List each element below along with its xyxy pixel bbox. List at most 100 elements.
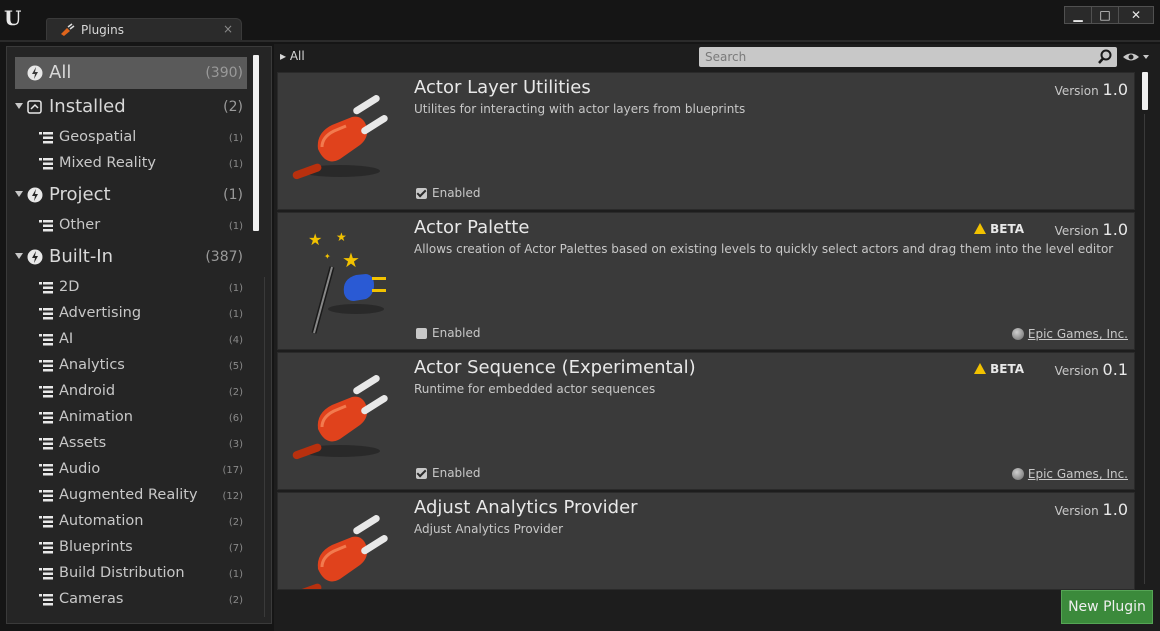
plugin-title: Actor Palette xyxy=(414,217,530,238)
sidebar-item-android[interactable]: Android (2) xyxy=(7,379,247,405)
sidebar-item-animation[interactable]: Animation (6) xyxy=(7,405,247,431)
version-label: Version xyxy=(1054,84,1099,98)
main-scrollbar[interactable] xyxy=(1142,72,1148,110)
installed-icon xyxy=(27,100,42,114)
enabled-checkbox[interactable]: Enabled xyxy=(416,326,481,340)
title-bar: U Plugins × ▁ □ ✕ xyxy=(0,0,1160,41)
sidebar-item-label: Automation xyxy=(59,513,144,529)
sidebar-item-count: (2) xyxy=(228,387,243,398)
sidebar-item-blueprints[interactable]: Blueprints (7) xyxy=(7,535,247,561)
sidebar-item-count: (1) xyxy=(223,187,243,203)
plugin-card[interactable]: ★ ★ ★ ✦ Actor Palette Allows creation of… xyxy=(277,212,1135,350)
plugin-version: Version 1.0 xyxy=(1055,80,1128,99)
expand-arrow-icon[interactable] xyxy=(15,191,23,197)
sidebar-item-ai[interactable]: AI (4) xyxy=(7,327,247,353)
plugin-version: Version 0.1 xyxy=(1055,360,1128,379)
plugin-description: Runtime for embedded actor sequences xyxy=(414,382,656,396)
list-icon xyxy=(39,542,53,554)
warning-icon xyxy=(974,223,987,234)
sidebar-item-project[interactable]: Project (1) xyxy=(7,182,247,208)
plugin-card[interactable]: Actor Layer Utilities Utilites for inter… xyxy=(277,72,1135,210)
version-number: 1.0 xyxy=(1102,80,1128,99)
sidebar-item-label: Build Distribution xyxy=(59,565,185,581)
sidebar-item-mixed-reality[interactable]: Mixed Reality (1) xyxy=(7,151,247,177)
list-icon xyxy=(39,334,53,346)
list-icon xyxy=(39,220,53,232)
sidebar-item-geospatial[interactable]: Geospatial (1) xyxy=(7,125,247,151)
view-options-icon[interactable] xyxy=(1122,50,1150,64)
sidebar-item-count: (5) xyxy=(228,361,243,372)
checkbox-checked[interactable] xyxy=(416,468,427,479)
tab-plugins[interactable]: Plugins × xyxy=(46,18,242,41)
sidebar-item-count: (12) xyxy=(222,491,243,502)
plug-icon xyxy=(292,375,388,460)
sidebar-item-count: (1) xyxy=(228,309,243,320)
list-icon xyxy=(39,412,53,424)
sidebar-item-advertising[interactable]: Advertising (1) xyxy=(7,301,247,327)
sidebar-item-count: (7) xyxy=(228,543,243,554)
list-icon xyxy=(39,568,53,580)
tab-close-icon[interactable]: × xyxy=(223,22,233,36)
breadcrumb[interactable]: ▸ All xyxy=(280,49,305,63)
sidebar-item-label: Audio xyxy=(59,461,101,477)
sidebar-item-label: Other xyxy=(59,217,101,233)
sidebar-item-count: (1) xyxy=(228,221,243,232)
search-input[interactable]: Search xyxy=(699,47,1117,67)
checkbox-checked[interactable] xyxy=(416,188,427,199)
sidebar-item-other[interactable]: Other (1) xyxy=(7,213,247,239)
sidebar-item-label: Project xyxy=(49,184,111,205)
expand-arrow-icon[interactable] xyxy=(15,253,23,259)
plugin-description: Adjust Analytics Provider xyxy=(414,522,564,536)
expand-arrow-icon[interactable] xyxy=(15,103,23,109)
plugin-title: Adjust Analytics Provider xyxy=(414,497,638,518)
lightning-icon xyxy=(27,249,43,265)
new-plugin-button[interactable]: New Plugin xyxy=(1061,590,1153,624)
sidebar-item-automation[interactable]: Automation (2) xyxy=(7,509,247,535)
plug-icon xyxy=(292,95,388,180)
sidebar-item-analytics[interactable]: Analytics (5) xyxy=(7,353,247,379)
breadcrumb-all[interactable]: All xyxy=(290,49,305,63)
plugin-version: Version 1.0 xyxy=(1055,220,1128,239)
svg-text:✦: ✦ xyxy=(324,252,331,261)
vendor-name[interactable]: Epic Games, Inc. xyxy=(1028,467,1128,481)
sidebar-item-assets[interactable]: Assets (3) xyxy=(7,431,247,457)
sidebar-item-count: (2) xyxy=(223,99,243,115)
plugin-card[interactable]: Actor Sequence (Experimental) Runtime fo… xyxy=(277,352,1135,490)
search-icon[interactable] xyxy=(1097,49,1113,65)
checkbox-unchecked[interactable] xyxy=(416,328,427,339)
list-icon xyxy=(39,490,53,502)
beta-badge: BETA xyxy=(974,222,1024,236)
vendor-name[interactable]: Epic Games, Inc. xyxy=(1028,327,1128,341)
svg-text:★: ★ xyxy=(308,230,322,249)
sidebar-item-installed[interactable]: Installed (2) xyxy=(7,94,247,120)
sidebar-item-built-in[interactable]: Built-In (387) xyxy=(7,244,247,270)
sidebar-scrollbar[interactable] xyxy=(253,55,259,231)
sidebar-item-all[interactable]: All (390) xyxy=(15,57,247,89)
enabled-checkbox[interactable]: Enabled xyxy=(416,466,481,480)
enabled-label: Enabled xyxy=(432,186,481,200)
beta-label: BETA xyxy=(990,362,1024,376)
plugin-title: Actor Layer Utilities xyxy=(414,77,591,98)
unreal-logo-icon: U xyxy=(4,6,22,30)
svg-text:★: ★ xyxy=(336,230,347,244)
enabled-label: Enabled xyxy=(432,326,481,340)
sidebar-item-audio[interactable]: Audio (17) xyxy=(7,457,247,483)
list-icon xyxy=(39,594,53,606)
enabled-checkbox[interactable]: Enabled xyxy=(416,186,481,200)
sidebar-item-augmented-reality[interactable]: Augmented Reality (12) xyxy=(7,483,247,509)
sidebar-item-label: Augmented Reality xyxy=(59,487,198,503)
maximize-button[interactable]: □ xyxy=(1091,6,1119,24)
list-icon xyxy=(39,438,53,450)
minimize-button[interactable]: ▁ xyxy=(1064,6,1092,24)
plugin-card[interactable]: Adjust Analytics Provider Adjust Analyti… xyxy=(277,492,1135,590)
sidebar-item-build-distribution[interactable]: Build Distribution (1) xyxy=(7,561,247,587)
vendor-link[interactable]: Epic Games, Inc. xyxy=(1011,467,1128,481)
version-number: 1.0 xyxy=(1102,220,1128,239)
sidebar-item-cameras[interactable]: Cameras (2) xyxy=(7,587,247,613)
vendor-link[interactable]: Epic Games, Inc. xyxy=(1011,327,1128,341)
sidebar-item-2d[interactable]: 2D (1) xyxy=(7,275,247,301)
sidebar-item-count: (1) xyxy=(228,569,243,580)
close-button[interactable]: ✕ xyxy=(1118,6,1154,24)
list-icon xyxy=(39,158,53,170)
sidebar-item-label: Advertising xyxy=(59,305,142,321)
